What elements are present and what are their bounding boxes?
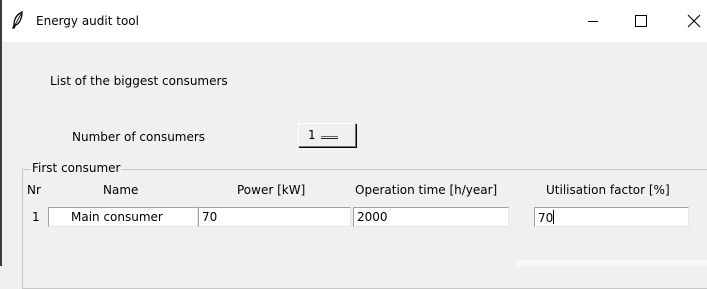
- header-name: Name: [103, 183, 139, 197]
- consumer-count-menu[interactable]: 1: [298, 123, 356, 147]
- row-number: 1: [32, 210, 40, 224]
- minimize-icon: [588, 21, 598, 22]
- close-button[interactable]: [674, 8, 707, 34]
- text-cursor: [553, 210, 555, 224]
- window-edge: [0, 0, 2, 266]
- section-heading: List of the biggest consumers: [50, 74, 228, 88]
- bottom-strip: [516, 260, 707, 266]
- power-field[interactable]: 70: [198, 207, 351, 227]
- header-nr: Nr: [27, 183, 41, 197]
- consumer-count-label: Number of consumers: [72, 130, 206, 144]
- consumer-count-value: 1: [308, 128, 316, 142]
- consumer-name-value: Main consumer: [71, 210, 163, 224]
- minimize-button[interactable]: [573, 8, 613, 34]
- consumer-name-field[interactable]: Main consumer: [48, 207, 198, 227]
- feather-icon: [12, 11, 23, 29]
- maximize-button[interactable]: [621, 8, 661, 34]
- group-title: First consumer: [31, 161, 122, 175]
- window-title: Energy audit tool: [36, 14, 139, 28]
- operation-time-value: 2000: [357, 210, 388, 224]
- title-bar: Energy audit tool: [0, 0, 707, 42]
- header-power: Power [kW]: [237, 183, 306, 197]
- utilisation-value: 70: [538, 211, 554, 225]
- utilisation-field[interactable]: 70: [534, 207, 689, 227]
- header-operation-time: Operation time [h/year]: [355, 183, 498, 197]
- power-value: 70: [202, 210, 218, 224]
- maximize-icon: [635, 15, 647, 27]
- menu-indicator-icon: [321, 136, 338, 139]
- header-utilisation: Utilisation factor [%]: [546, 183, 670, 197]
- close-icon: [687, 14, 701, 28]
- operation-time-field[interactable]: 2000: [353, 207, 509, 227]
